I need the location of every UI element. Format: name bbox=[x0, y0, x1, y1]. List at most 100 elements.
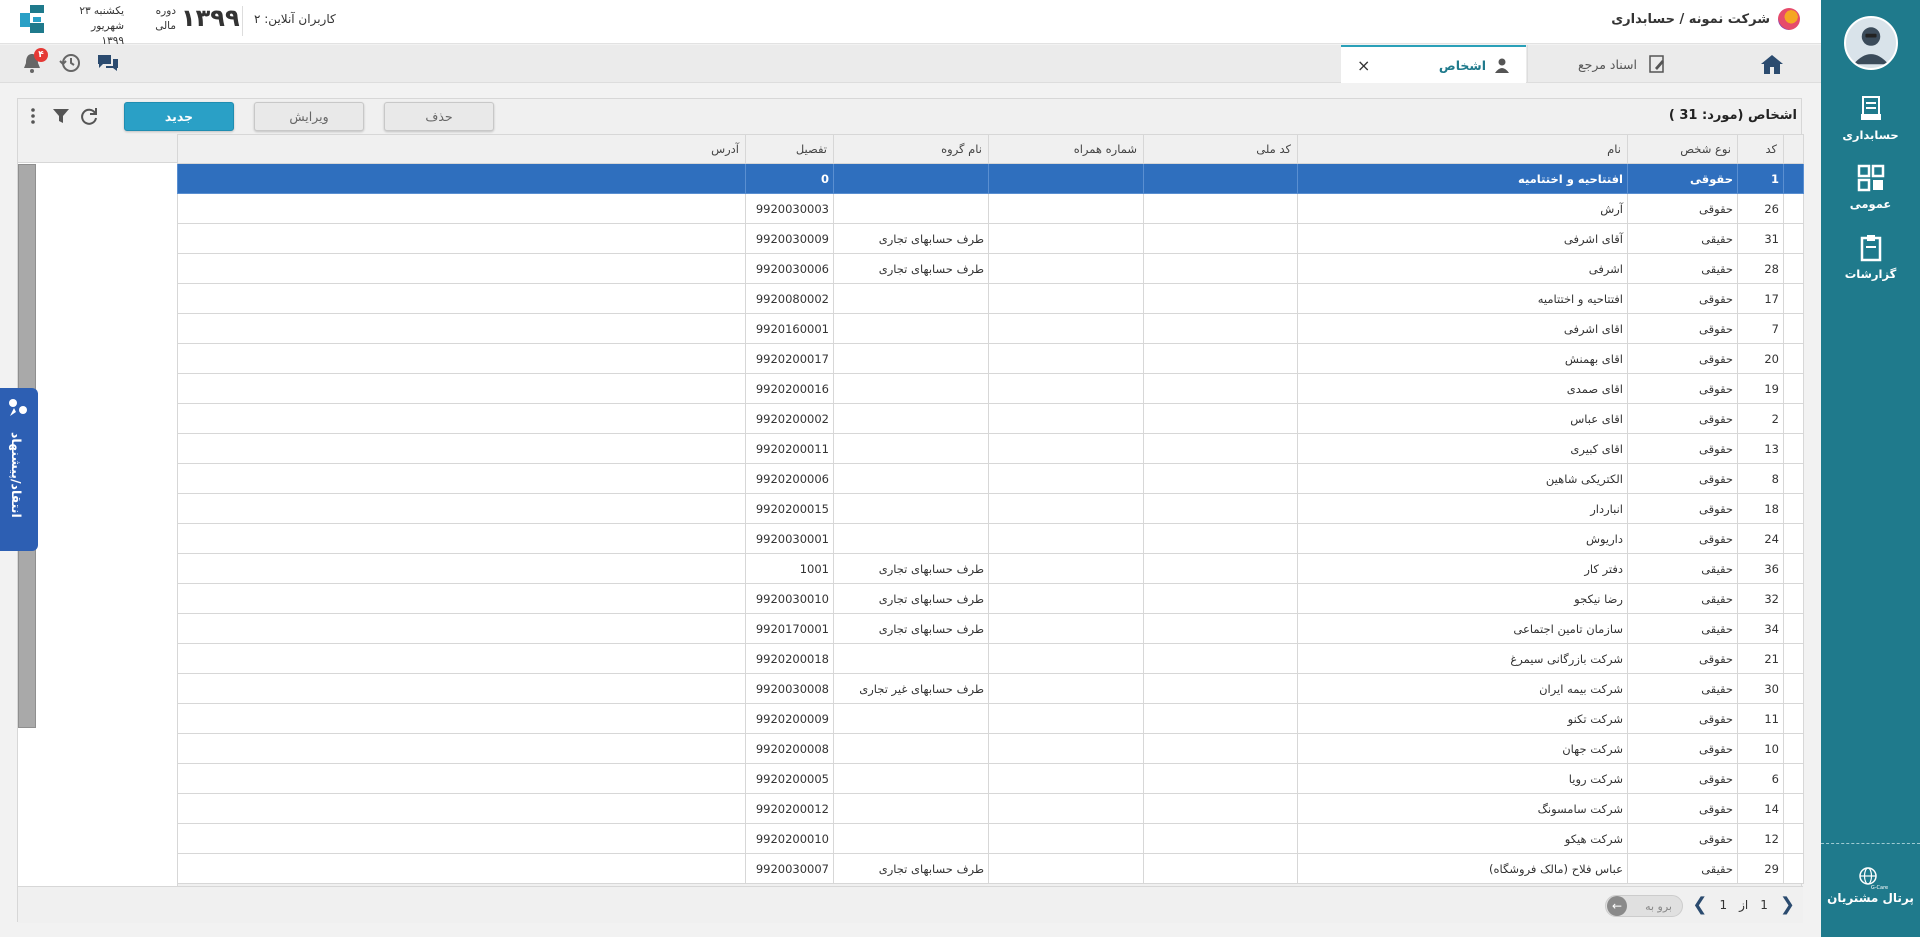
table-row[interactable]: 2 حقوقی اقای عباس 9920200002 bbox=[177, 403, 1804, 434]
table-cell: 18 bbox=[1737, 493, 1784, 524]
next-page-icon[interactable]: ❯ bbox=[1780, 896, 1795, 914]
column-header[interactable]: نوع شخص bbox=[1627, 134, 1738, 164]
table-row[interactable]: 32 حقیقی رضا نیکجو طرف حسابهای تجاری 9920030… bbox=[177, 583, 1804, 614]
table-row[interactable]: 1 حقوقی افتتاحیه و اختتامیه 0 bbox=[177, 163, 1804, 194]
table-row[interactable]: 6 حقوقی شرکت رویا 9920200005 bbox=[177, 763, 1804, 794]
table-cell: 29 bbox=[1737, 853, 1784, 884]
table-cell: حقیقی bbox=[1627, 223, 1738, 254]
history-icon bbox=[59, 54, 80, 72]
table-cell: 12 bbox=[1737, 823, 1784, 854]
delete-button[interactable]: حذف bbox=[384, 102, 494, 131]
table-cell bbox=[1143, 163, 1298, 194]
table-cell bbox=[1143, 433, 1298, 464]
table-row[interactable]: 24 حقوقی داریوش 9920030001 bbox=[177, 523, 1804, 554]
table-cell bbox=[833, 643, 989, 674]
table-cell bbox=[833, 163, 989, 194]
table-cell bbox=[988, 763, 1144, 794]
edit-button[interactable]: ویرایش bbox=[254, 102, 364, 131]
row-spacer-cell bbox=[1783, 853, 1804, 884]
table-cell: حقوقی bbox=[1627, 763, 1738, 794]
chat-icon bbox=[98, 55, 118, 71]
column-header[interactable]: کد ملی bbox=[1143, 134, 1298, 164]
user-avatar[interactable] bbox=[1844, 16, 1898, 70]
table-row[interactable]: 30 حقیقی شرکت بیمه ایران طرف حسابهای غیر تج… bbox=[177, 673, 1804, 704]
column-header[interactable]: آدرس bbox=[177, 134, 746, 164]
column-header[interactable]: کد bbox=[1737, 134, 1784, 164]
prev-page-icon[interactable]: ❮ bbox=[1692, 896, 1707, 914]
table-row[interactable]: 20 حقوقی اقای بهمنش 9920200017 bbox=[177, 343, 1804, 374]
filter-icon[interactable] bbox=[52, 107, 70, 125]
table-cell: حقوقی bbox=[1627, 643, 1738, 674]
table-row[interactable]: 34 حقیقی سازمان تامین اجتماعی طرف حسابهای ت… bbox=[177, 613, 1804, 644]
table-row[interactable]: 17 حقوقی افتتاحیه و اختتامیه 9920080002 bbox=[177, 283, 1804, 314]
table-row[interactable]: 13 حقوقی اقای کبیری 9920200011 bbox=[177, 433, 1804, 464]
tab-persons[interactable]: اشخاص × bbox=[1341, 45, 1526, 83]
table-cell: داریوش bbox=[1297, 523, 1628, 554]
home-icon[interactable] bbox=[1759, 53, 1785, 75]
table-cell bbox=[833, 823, 989, 854]
sidebar-divider bbox=[1821, 843, 1920, 844]
table-row[interactable]: 29 حقیقی عباس فلاح (مالک فروشگاه) طرف حسابه… bbox=[177, 853, 1804, 884]
table-cell bbox=[1143, 283, 1298, 314]
goto-page-button[interactable]: ← برو به bbox=[1605, 895, 1683, 917]
table-row[interactable]: 7 حقوقی اقای اشرفی 9920160001 bbox=[177, 313, 1804, 344]
table-row[interactable]: 21 حقوقی شرکت بازرگانی سیمرغ 9920200018 bbox=[177, 643, 1804, 674]
history-button[interactable] bbox=[58, 51, 82, 75]
table-cell bbox=[988, 163, 1144, 194]
table-cell bbox=[988, 313, 1144, 344]
table-row[interactable]: 10 حقوقی شرکت جهان 9920200008 bbox=[177, 733, 1804, 764]
table-cell: 17 bbox=[1737, 283, 1784, 314]
table-row[interactable]: 26 حقوقی آرش 9920030003 bbox=[177, 193, 1804, 224]
sidebar-item-accounting[interactable]: حسابداری bbox=[1821, 94, 1920, 142]
sidebar-item-general[interactable]: عمومی bbox=[1821, 163, 1920, 211]
table-cell: شرکت هیکو bbox=[1297, 823, 1628, 854]
table-row[interactable]: 8 حقوقی الکتریکی شاهین 9920200006 bbox=[177, 463, 1804, 494]
fiscal-year[interactable]: ۱۳۹۹ bbox=[181, 4, 240, 32]
sidebar-item-reports[interactable]: گزارشات bbox=[1821, 233, 1920, 281]
table-row[interactable]: 19 حقوقی اقای صمدی 9920200016 bbox=[177, 373, 1804, 404]
table-cell bbox=[833, 763, 989, 794]
reports-icon bbox=[1860, 235, 1881, 262]
close-tab-icon[interactable]: × bbox=[1357, 56, 1370, 75]
table-cell bbox=[177, 553, 746, 584]
column-header[interactable]: شماره همراه bbox=[988, 134, 1144, 164]
table-row[interactable]: 28 حقیقی اشرفی طرف حسابهای تجاری 9920030006 bbox=[177, 253, 1804, 284]
table-cell: رضا نیکجو bbox=[1297, 583, 1628, 614]
more-options-icon[interactable] bbox=[24, 107, 42, 125]
table-cell: 14 bbox=[1737, 793, 1784, 824]
tab-reference-docs[interactable]: اسناد مرجع bbox=[1527, 45, 1717, 83]
table-row[interactable]: 14 حقوقی شرکت سامسونگ 9920200012 bbox=[177, 793, 1804, 824]
table-cell: 9920030009 bbox=[745, 223, 834, 254]
row-spacer-cell bbox=[1783, 253, 1804, 284]
customer-portal-link[interactable]: G-Care پرتال مشتریان bbox=[1821, 866, 1920, 905]
row-spacer-cell bbox=[1783, 433, 1804, 464]
table-cell bbox=[833, 313, 989, 344]
table-cell: حقوقی bbox=[1627, 493, 1738, 524]
table-row[interactable]: 12 حقوقی شرکت هیکو 9920200010 bbox=[177, 823, 1804, 854]
table-row[interactable]: 18 حقوقی انباردار 9920200015 bbox=[177, 493, 1804, 524]
notifications-button[interactable]: ۴ bbox=[20, 48, 48, 75]
top-header: شرکت نمونه / حسابداری یکشنبه ۲۳ شهریور ۱… bbox=[0, 0, 1821, 47]
period-line-1: دوره bbox=[155, 5, 176, 17]
messages-button[interactable] bbox=[96, 51, 120, 75]
table-cell bbox=[177, 343, 746, 374]
table-cell: 9920200010 bbox=[745, 823, 834, 854]
column-header[interactable]: نام گروه bbox=[833, 134, 989, 164]
company-logo-icon bbox=[1778, 8, 1800, 30]
new-button[interactable]: جدید bbox=[124, 102, 234, 131]
column-header[interactable]: نام bbox=[1297, 134, 1628, 164]
table-cell bbox=[177, 163, 746, 194]
table-cell: شرکت رویا bbox=[1297, 763, 1628, 794]
table-row[interactable]: 36 حقیقی دفتر کار طرف حسابهای تجاری 1001 bbox=[177, 553, 1804, 584]
refresh-icon[interactable] bbox=[80, 107, 98, 125]
table-cell: 9920030007 bbox=[745, 853, 834, 884]
column-header[interactable]: تفصیل bbox=[745, 134, 834, 164]
table-cell bbox=[177, 793, 746, 824]
table-row[interactable]: 11 حقوقی شرکت تکنو 9920200009 bbox=[177, 703, 1804, 734]
feedback-tab[interactable]: انتقاد/پیشنهاد bbox=[0, 388, 38, 551]
table-cell bbox=[988, 223, 1144, 254]
row-spacer-cell bbox=[1783, 343, 1804, 374]
table-row[interactable]: 31 حقیقی آقای اشرفی طرف حسابهای تجاری 992003… bbox=[177, 223, 1804, 254]
row-spacer-cell bbox=[1783, 313, 1804, 344]
tab-label: اسناد مرجع bbox=[1577, 56, 1638, 72]
